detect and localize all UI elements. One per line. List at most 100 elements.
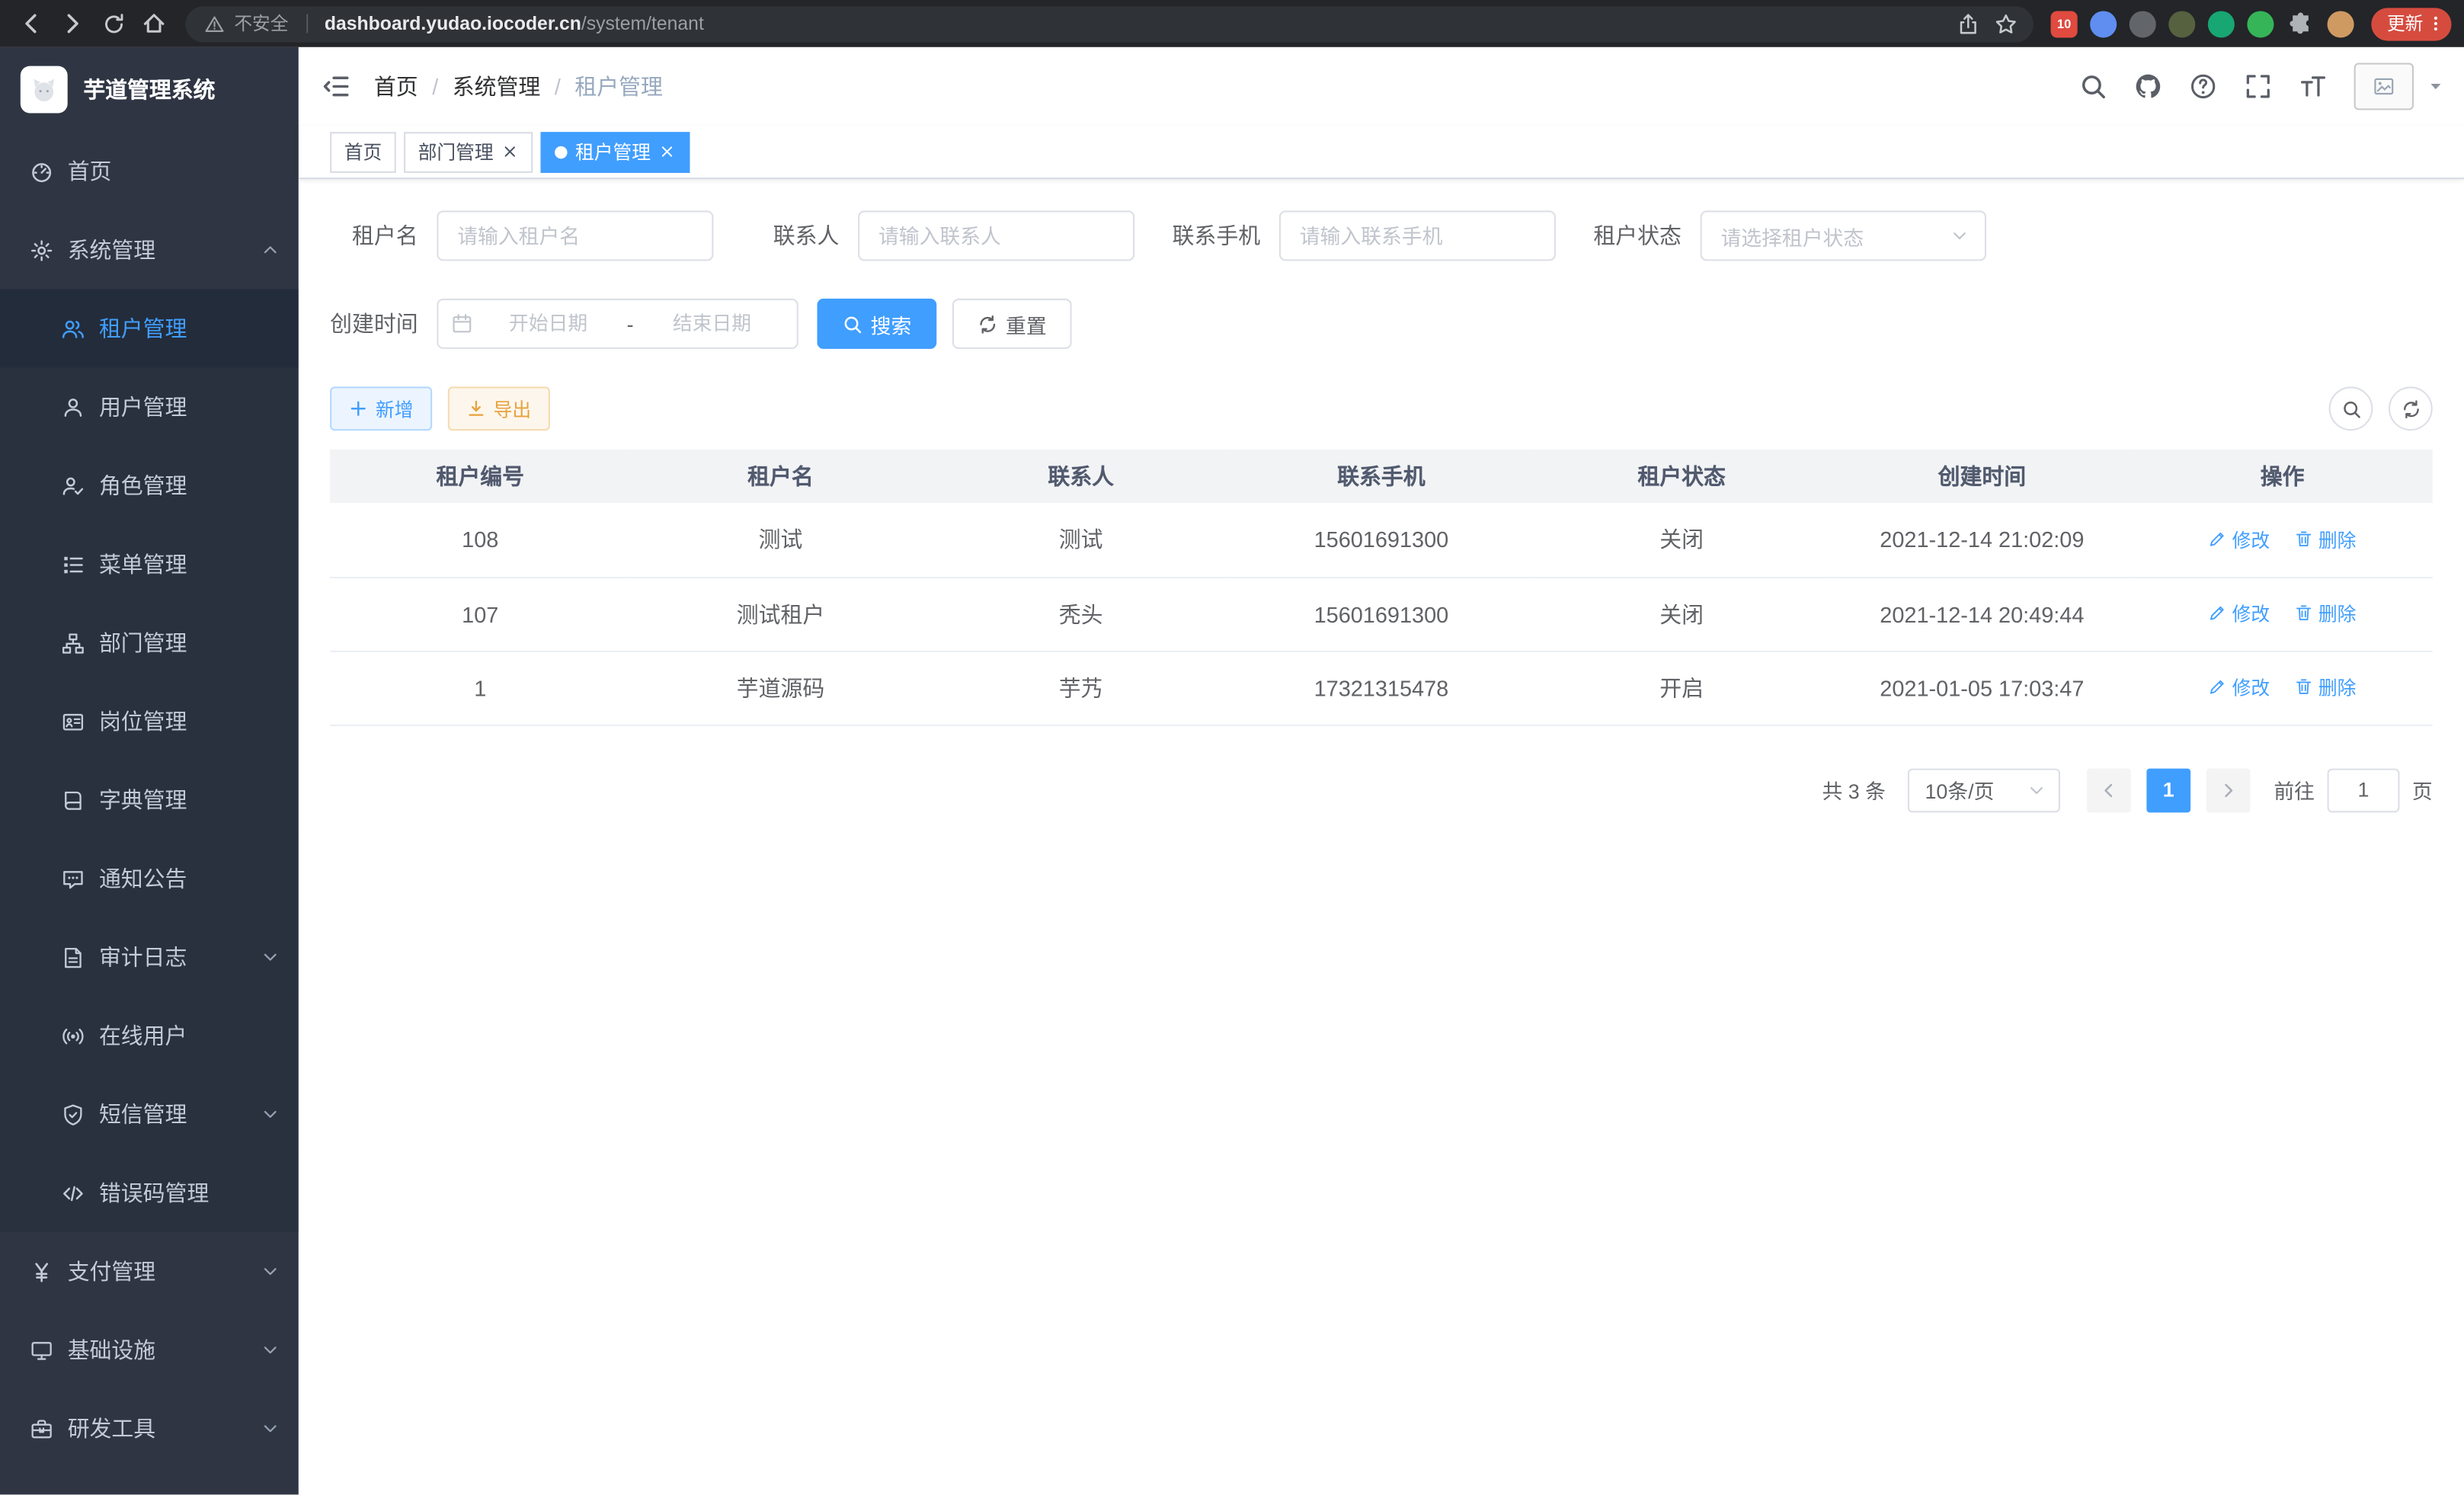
contact-input[interactable] xyxy=(858,210,1134,261)
create-time-range-picker[interactable]: - xyxy=(437,299,798,349)
next-page-button[interactable] xyxy=(2206,768,2251,812)
contact-phone-input[interactable] xyxy=(1279,210,1556,261)
chevron-down-icon xyxy=(261,1262,280,1281)
font-size-icon[interactable] xyxy=(2299,72,2327,101)
tag-close-icon[interactable] xyxy=(501,143,519,161)
delete-button[interactable]: 删除 xyxy=(2295,526,2356,552)
bookmark-star-icon[interactable] xyxy=(1994,11,2018,35)
browser-profile-avatar[interactable] xyxy=(2328,10,2354,37)
sidebar-item[interactable]: 岗位管理 xyxy=(0,682,299,760)
tenant-name-input[interactable] xyxy=(437,210,713,261)
breadcrumb-separator: / xyxy=(555,74,561,99)
page-tag[interactable]: 首页 xyxy=(330,131,396,172)
page-number-button[interactable]: 1 xyxy=(2146,768,2190,812)
sidebar-item-label: 在线用户 xyxy=(99,1020,280,1052)
add-button[interactable]: 新增 xyxy=(330,386,432,431)
extension-icon[interactable] xyxy=(2168,10,2195,37)
extension-icon[interactable] xyxy=(2090,10,2117,37)
page-tag[interactable]: 租户管理 xyxy=(541,131,690,172)
fullscreen-icon[interactable] xyxy=(2244,72,2272,101)
sidebar-item[interactable]: 在线用户 xyxy=(0,997,299,1075)
total-count: 共 3 条 xyxy=(1822,775,1885,805)
sidebar-item[interactable]: 字典管理 xyxy=(0,760,299,839)
address-bar[interactable]: 不安全 dashboard.yudao.iocoder.cn/system/te… xyxy=(185,5,2034,41)
url-path: /system/tenant xyxy=(581,13,704,35)
refresh-table-button[interactable] xyxy=(2389,386,2433,431)
chevron-left-icon xyxy=(2099,780,2118,799)
browser-update-button[interactable]: 更新 xyxy=(2371,7,2451,40)
page-tag[interactable]: 部门管理 xyxy=(404,131,533,172)
end-date-input[interactable] xyxy=(640,311,784,336)
tag-close-icon[interactable] xyxy=(658,143,676,161)
browser-forward-button[interactable] xyxy=(53,5,91,43)
table-toolbar: 新增 导出 xyxy=(330,386,2433,431)
table-row: 107 测试租户 秃头 15601691300 关闭 2021-12-14 20… xyxy=(330,577,2433,651)
browser-home-button[interactable] xyxy=(135,5,173,43)
select-caret-icon xyxy=(2027,780,2046,799)
sidebar-item[interactable]: 部门管理 xyxy=(0,603,299,682)
breadcrumb-item[interactable]: 系统管理 / xyxy=(453,71,575,102)
sidebar-item[interactable]: 短信管理 xyxy=(0,1075,299,1154)
sidebar-item[interactable]: 系统管理 xyxy=(0,210,299,289)
pagination: 共 3 条 10条/页 1 前往 页 xyxy=(330,768,2433,812)
edit-button[interactable]: 修改 xyxy=(2209,526,2270,552)
sidebar-item[interactable]: 租户管理 xyxy=(0,290,299,368)
reset-button[interactable]: 重置 xyxy=(952,299,1072,349)
sidebar-item[interactable]: 首页 xyxy=(0,132,299,210)
sidebar-item[interactable]: 基础设施 xyxy=(0,1311,299,1389)
plus-icon xyxy=(349,399,368,418)
cell-tenant-name: 测试 xyxy=(630,503,930,577)
search-icon xyxy=(843,313,863,334)
sidebar-item[interactable]: 研发工具 xyxy=(0,1389,299,1468)
help-icon[interactable] xyxy=(2189,72,2217,101)
sidebar-item[interactable]: 用户管理 xyxy=(0,368,299,447)
home-icon xyxy=(142,11,167,36)
share-icon[interactable] xyxy=(1957,11,1980,35)
extension-icon[interactable] xyxy=(2247,10,2274,37)
chevron-down-icon xyxy=(261,1105,280,1124)
breadcrumb-item[interactable]: 首页 / xyxy=(374,71,453,102)
sidebar-toggle-icon[interactable] xyxy=(299,72,374,101)
delete-button[interactable]: 删除 xyxy=(2295,600,2356,626)
edit-button[interactable]: 修改 xyxy=(2209,600,2270,626)
extension-icon[interactable] xyxy=(2130,10,2156,37)
extension-icon[interactable]: 10 xyxy=(2051,10,2078,37)
delete-button[interactable]: 删除 xyxy=(2295,674,2356,700)
edit-button[interactable]: 修改 xyxy=(2209,674,2270,700)
sidebar-item[interactable]: 菜单管理 xyxy=(0,525,299,603)
sidebar-item-label: 系统管理 xyxy=(68,234,247,265)
prev-page-button[interactable] xyxy=(2087,768,2131,812)
sidebar-item[interactable]: 支付管理 xyxy=(0,1232,299,1311)
extension-icon[interactable] xyxy=(2208,10,2235,37)
start-date-input[interactable] xyxy=(476,311,620,336)
edit-icon xyxy=(2209,604,2228,623)
sidebar-item[interactable]: 通知公告 xyxy=(0,839,299,917)
avatar-caret-icon[interactable] xyxy=(2427,77,2446,96)
browser-menu-dots-icon[interactable] xyxy=(2427,14,2446,34)
breadcrumb-item[interactable]: 租户管理 / xyxy=(574,71,663,102)
search-button[interactable]: 搜索 xyxy=(818,299,937,349)
active-tag-dot xyxy=(555,146,568,158)
cell-tenant-name: 测试租户 xyxy=(630,577,930,651)
sidebar-item-label: 菜单管理 xyxy=(99,549,280,580)
cell-tenant-name: 芋道源码 xyxy=(630,651,930,725)
page-size-select[interactable]: 10条/页 xyxy=(1908,768,2060,812)
header-search-icon[interactable] xyxy=(2079,72,2107,101)
reload-icon xyxy=(101,11,125,35)
user-avatar[interactable] xyxy=(2354,63,2414,110)
goto-page-input[interactable] xyxy=(2328,768,2400,812)
sidebar-item[interactable]: 审计日志 xyxy=(0,918,299,997)
sidebar-menu: 首页 系统管理 租户管理 xyxy=(0,132,299,1494)
tenant-status-select[interactable]: 请选择租户状态 xyxy=(1701,210,1986,261)
export-button[interactable]: 导出 xyxy=(448,386,550,431)
github-icon[interactable] xyxy=(2134,72,2162,101)
browser-reload-button[interactable] xyxy=(94,5,133,43)
extensions-puzzle-icon[interactable] xyxy=(2288,11,2313,36)
app-logo[interactable]: 芋道管理系统 xyxy=(0,47,299,132)
toggle-search-button[interactable] xyxy=(2329,386,2373,431)
sidebar-item[interactable]: 错误码管理 xyxy=(0,1154,299,1232)
browser-back-button[interactable] xyxy=(13,5,51,43)
sidebar-item-label: 租户管理 xyxy=(99,312,280,344)
sidebar-item[interactable]: 角色管理 xyxy=(0,447,299,525)
search-icon xyxy=(2341,399,2361,419)
